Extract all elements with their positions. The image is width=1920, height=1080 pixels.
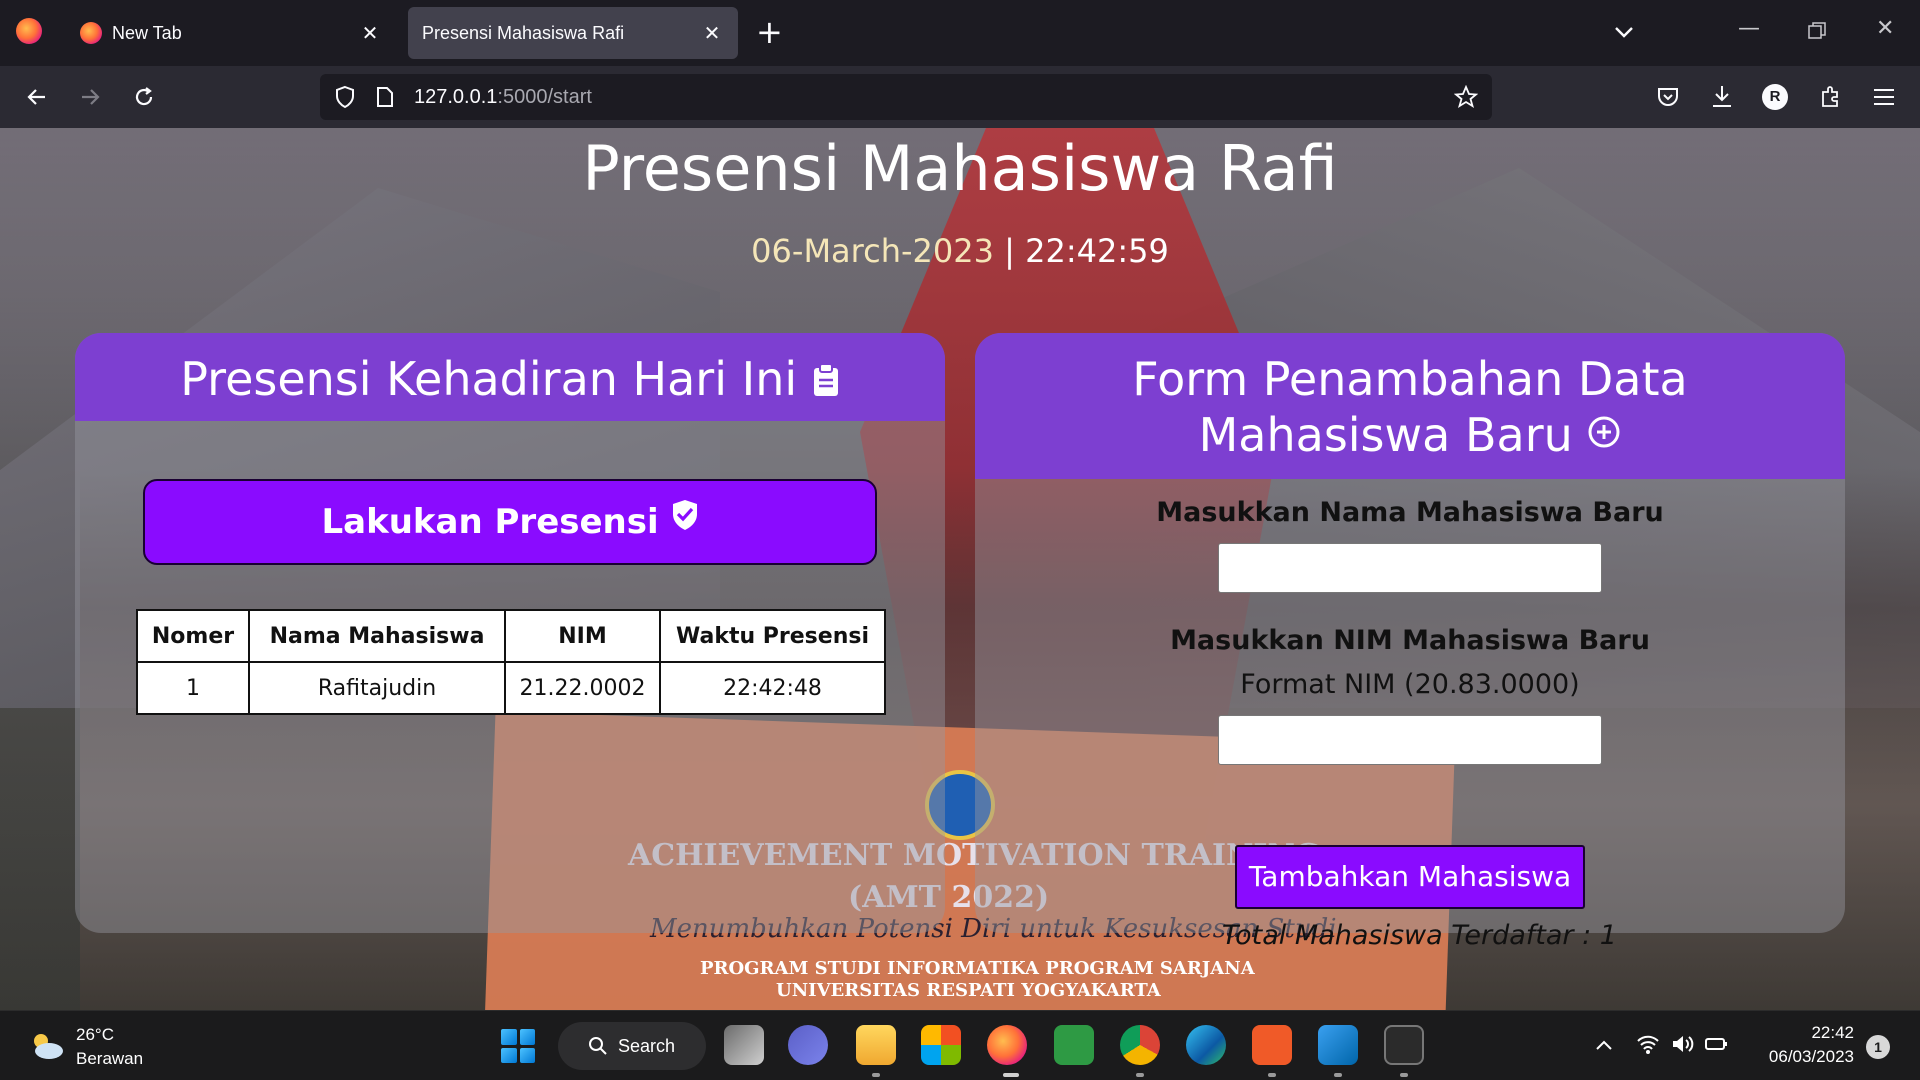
clock-date[interactable]: 06/03/2023 [1746, 1047, 1854, 1067]
student-name-input[interactable] [1218, 543, 1602, 593]
table-row: 1 Rafitajudin 21.22.0002 22:42:48 [136, 661, 886, 715]
tab-label: Presensi Mahasiswa Rafi [422, 22, 625, 43]
xampp-icon[interactable] [1252, 1025, 1292, 1065]
notification-badge[interactable]: 1 [1866, 1035, 1890, 1059]
close-icon[interactable]: ✕ [700, 21, 724, 45]
do-attendance-button[interactable]: Lakukan Presensi [143, 479, 877, 565]
terminal-icon[interactable] [1384, 1025, 1424, 1065]
date-separator: | [993, 232, 1026, 270]
microsoft-store-icon[interactable] [921, 1025, 961, 1065]
date-time-display: 06-March-2023 | 22:42:59 [0, 232, 1920, 270]
plus-circle-icon [1588, 416, 1620, 448]
restore-icon[interactable] [1808, 22, 1826, 40]
check-badge-icon [672, 500, 697, 530]
game-app-icon[interactable] [1054, 1025, 1094, 1065]
current-time: 22:42:59 [1025, 232, 1169, 270]
edge-icon[interactable] [1186, 1025, 1226, 1065]
search-icon [589, 1037, 607, 1055]
pocket-icon[interactable] [1656, 85, 1680, 109]
column-header: NIM [504, 609, 661, 663]
weather-temperature[interactable]: 26°C [76, 1025, 114, 1045]
firefox-menu-icon[interactable] [16, 18, 42, 44]
nim-format-hint: Format NIM (20.83.0000) [1240, 669, 1580, 700]
banner-text: PROGRAM STUDI INFORMATIKA PROGRAM SARJAN… [700, 958, 1255, 979]
download-icon[interactable] [1710, 84, 1734, 110]
close-icon[interactable]: ✕ [358, 21, 382, 45]
tab-new-tab[interactable]: New Tab ✕ [66, 7, 396, 59]
attendance-card: Presensi Kehadiran Hari Ini Lakukan Pres… [75, 333, 945, 933]
clock-time[interactable]: 22:42 [1756, 1023, 1854, 1043]
weather-cloud-icon[interactable] [28, 1031, 64, 1061]
hamburger-menu-icon[interactable] [1872, 86, 1896, 108]
navigation-bar: 127.0.0.1:5000/start R [0, 66, 1920, 128]
forward-icon[interactable] [73, 80, 107, 114]
url-text[interactable]: 127.0.0.1:5000/start [414, 86, 592, 109]
file-explorer-icon[interactable] [856, 1025, 896, 1065]
tab-bar: New Tab ✕ Presensi Mahasiswa Rafi ✕ + — … [0, 0, 1920, 66]
page-title: Presensi Mahasiswa Rafi [582, 132, 1338, 205]
column-header: Nama Mahasiswa [248, 609, 506, 663]
back-icon[interactable] [20, 80, 54, 114]
volume-icon[interactable] [1670, 1033, 1694, 1055]
firefox-taskbar-icon[interactable] [987, 1025, 1027, 1065]
attendance-card-header: Presensi Kehadiran Hari Ini [75, 333, 945, 421]
table-cell: 22:42:48 [659, 661, 886, 715]
web-page: ACHIEVEMENT MOTIVATION TRAINING (AMT 202… [0, 128, 1920, 1010]
table-header-row: Nomer Nama Mahasiswa NIM Waktu Presensi [136, 609, 886, 663]
student-name-label: Masukkan Nama Mahasiswa Baru [1156, 497, 1664, 528]
windows-start-icon[interactable] [501, 1029, 535, 1063]
wifi-icon[interactable] [1636, 1033, 1660, 1055]
attendance-table: Nomer Nama Mahasiswa NIM Waktu Presensi … [136, 609, 886, 715]
page-icon[interactable] [376, 86, 394, 108]
add-student-button[interactable]: Tambahkan Mahasiswa [1235, 845, 1585, 909]
reload-icon[interactable] [127, 80, 161, 114]
new-tab-plus-icon[interactable]: + [756, 14, 783, 50]
search-label: Search [618, 1036, 676, 1056]
teams-chat-icon[interactable] [788, 1025, 828, 1065]
running-indicator [872, 1073, 880, 1077]
table-cell: 1 [136, 661, 250, 715]
attendance-card-title: Presensi Kehadiran Hari Ini [180, 352, 798, 406]
bookmark-star-icon[interactable] [1454, 85, 1478, 109]
total-registered-text: Total Mahasiswa Terdaftar : 1 [1222, 920, 1617, 951]
account-avatar[interactable]: R [1762, 84, 1788, 110]
chevron-down-icon[interactable] [1610, 18, 1638, 46]
student-nim-label: Masukkan NIM Mahasiswa Baru [1170, 625, 1650, 656]
vscode-icon[interactable] [1318, 1025, 1358, 1065]
running-indicator [1268, 1073, 1276, 1077]
tab-presensi[interactable]: Presensi Mahasiswa Rafi ✕ [408, 7, 738, 59]
shield-icon[interactable] [334, 85, 356, 109]
active-indicator [1003, 1073, 1019, 1077]
minimize-icon[interactable]: — [1738, 16, 1760, 41]
student-nim-input[interactable] [1218, 715, 1602, 765]
add-student-card-header: Form Penambahan Data Mahasiswa Baru [975, 333, 1845, 479]
tab-label: New Tab [112, 22, 182, 43]
do-attendance-label: Lakukan Presensi [321, 502, 659, 542]
clipboard-icon [813, 363, 838, 396]
table-cell: 21.22.0002 [504, 661, 661, 715]
current-date: 06-March-2023 [751, 232, 994, 270]
extensions-icon[interactable] [1818, 84, 1842, 110]
taskbar-search[interactable]: Search [558, 1022, 706, 1070]
running-indicator [1334, 1073, 1342, 1077]
table-cell: Rafitajudin [248, 661, 506, 715]
firefox-icon [80, 22, 102, 44]
running-indicator [1136, 1073, 1144, 1077]
window-close-icon[interactable]: ✕ [1876, 16, 1894, 41]
taskbar: 26°C Berawan Search 22:42 06/03/2023 1 [0, 1010, 1920, 1080]
column-header: Waktu Presensi [659, 609, 886, 663]
running-indicator [1400, 1073, 1408, 1077]
url-bar[interactable]: 127.0.0.1:5000/start [320, 74, 1492, 120]
add-student-card: Form Penambahan Data Mahasiswa Baru Masu… [975, 333, 1845, 933]
column-header: Nomer [136, 609, 250, 663]
task-view-icon[interactable] [724, 1025, 764, 1065]
chevron-up-icon[interactable] [1594, 1037, 1614, 1053]
banner-text: UNIVERSITAS RESPATI YOGYAKARTA [776, 980, 1161, 1001]
battery-icon[interactable] [1704, 1033, 1730, 1055]
weather-description[interactable]: Berawan [76, 1049, 143, 1069]
chrome-icon[interactable] [1120, 1025, 1160, 1065]
